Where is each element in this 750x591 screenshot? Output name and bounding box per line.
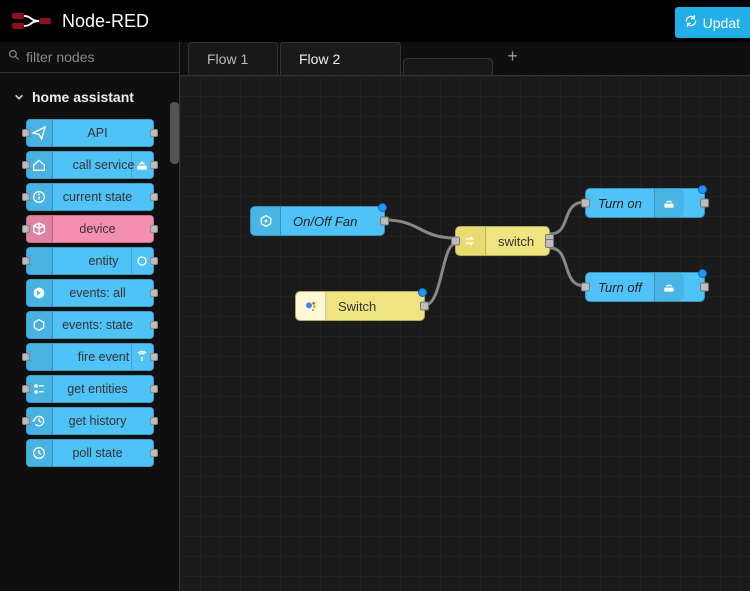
node-input-port[interactable] (581, 283, 590, 292)
node-output-port[interactable] (420, 302, 429, 311)
node-port[interactable] (150, 449, 158, 457)
palette-node-entity[interactable]: entity (26, 247, 154, 275)
filter-input[interactable] (26, 49, 171, 65)
node-port[interactable] (150, 193, 158, 201)
node-port[interactable] (150, 321, 158, 329)
tab-flow-2[interactable]: Flow 2 (280, 42, 401, 75)
palette-node-events-all[interactable]: events: all (26, 279, 154, 307)
update-button[interactable]: Updat (675, 7, 750, 38)
flow-canvas[interactable]: On/Off Fan Switch switch (180, 76, 750, 591)
node-port[interactable] (150, 353, 158, 361)
node-port[interactable] (150, 417, 158, 425)
tab-flow-1[interactable]: Flow 1 (188, 42, 278, 75)
node-port[interactable] (150, 257, 158, 265)
palette-node-get-history[interactable]: get history (26, 407, 154, 435)
palette-node-api[interactable]: API (26, 119, 154, 147)
wires (180, 76, 750, 591)
node-input-port[interactable] (451, 237, 460, 246)
status-indicator (698, 185, 707, 194)
flow-tabs: Flow 1 Flow 2 + (180, 42, 750, 76)
palette-sidebar: home assistant API call service (0, 42, 180, 591)
switch-icon (456, 227, 486, 255)
flow-node-turn-off[interactable]: Turn off (585, 272, 705, 302)
palette-node-call-service[interactable]: call service (26, 151, 154, 179)
app-logo: Node-RED (12, 11, 149, 32)
flow-node-onoff-fan[interactable]: On/Off Fan (250, 206, 385, 236)
palette-node-poll-state[interactable]: poll state (26, 439, 154, 467)
router-icon (654, 273, 684, 301)
status-indicator (418, 288, 427, 297)
node-output-port[interactable] (380, 217, 389, 226)
palette-node-fire-event[interactable]: fire event (26, 343, 154, 371)
palette-node-current-state[interactable]: current state (26, 183, 154, 211)
node-output-port[interactable] (545, 239, 554, 248)
app-header: Node-RED Updat (0, 0, 750, 42)
filter-nodes[interactable] (0, 42, 179, 73)
hexagon-icon (251, 207, 281, 235)
node-red-logo-icon (12, 12, 52, 30)
node-port[interactable] (150, 129, 158, 137)
home-assistant-icon (27, 152, 53, 178)
refresh-icon (684, 14, 698, 31)
router-icon (654, 189, 684, 217)
scrollbar-thumb[interactable] (170, 102, 179, 164)
chevron-down-icon (14, 89, 24, 105)
palette-node-events-state[interactable]: events: state (26, 311, 154, 339)
node-port[interactable] (150, 289, 158, 297)
node-port[interactable] (150, 385, 158, 393)
tab-blank[interactable] (403, 58, 493, 75)
flow-node-google-switch[interactable]: Switch (295, 291, 425, 321)
app-title: Node-RED (62, 11, 149, 32)
palette-node-device[interactable]: device (26, 215, 154, 243)
add-tab-button[interactable]: + (495, 42, 530, 75)
search-icon (8, 48, 20, 66)
node-output-port[interactable] (700, 283, 709, 292)
node-output-port[interactable] (700, 199, 709, 208)
google-assistant-icon (296, 292, 326, 320)
palette-node-get-entities[interactable]: get entities (26, 375, 154, 403)
flow-node-switch[interactable]: switch (455, 226, 550, 256)
flow-node-turn-on[interactable]: Turn on (585, 188, 705, 218)
node-input-port[interactable] (581, 199, 590, 208)
node-port[interactable] (150, 161, 158, 169)
node-port[interactable] (150, 225, 158, 233)
palette-category-home-assistant[interactable]: home assistant (0, 79, 179, 115)
status-indicator (378, 203, 387, 212)
status-indicator (698, 269, 707, 278)
workspace: Flow 1 Flow 2 + On/Off Fan (180, 42, 750, 591)
